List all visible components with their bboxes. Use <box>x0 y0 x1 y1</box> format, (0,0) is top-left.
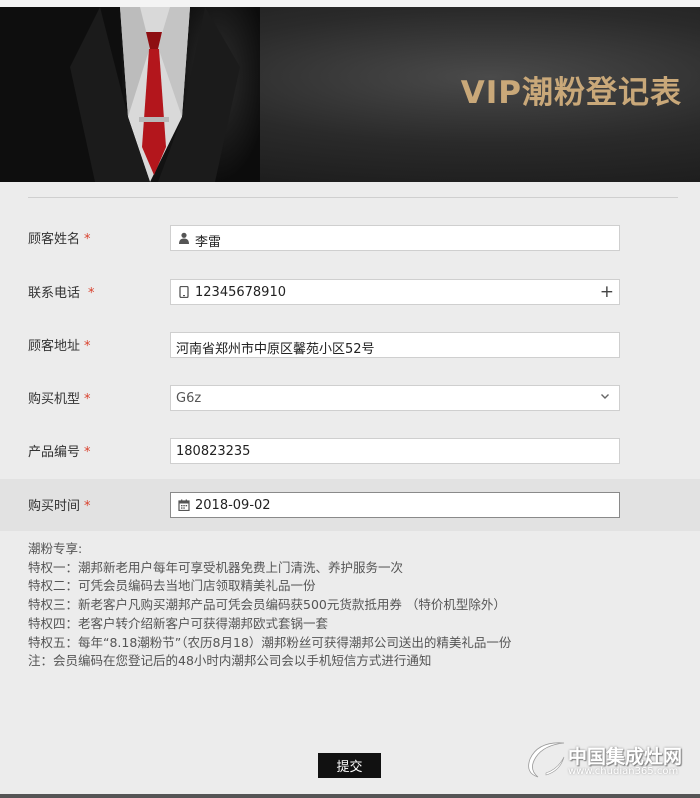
privileges-notes: 潮粉专享: 特权一：潮邦新老用户每年可享受机器免费上门清洗、养护服务一次 特权二… <box>28 540 511 671</box>
form-title: VIP潮粉登记表 <box>460 75 682 111</box>
model-value: G6z <box>176 391 202 406</box>
privilege-item: 特权五：每年“8.18潮粉节”（农历8月18）潮邦粉丝可获得潮邦公司送出的精美礼… <box>28 634 512 650</box>
privilege-item: 特权一：潮邦新老用户每年可享受机器免费上门清洗、养护服务一次 <box>28 559 404 575</box>
purchase-date-label: 购买时间 * <box>28 499 91 514</box>
model-label: 购买机型 * <box>28 392 91 407</box>
watermark-logo: 中国集成灶网 www.chudian365.com <box>520 735 700 785</box>
form-row-address: 顾客地址 * 河南省郑州市中原区馨苑小区52号 <box>0 319 700 371</box>
watermark-url: www.chudian365.com <box>568 766 679 777</box>
swoosh-logo-icon <box>528 742 565 778</box>
phone-icon <box>179 286 189 298</box>
form-row-model: 购买机型 * G6z <box>0 372 700 424</box>
privilege-item: 特权二：可凭会员编码去当地门店领取精美礼品一份 <box>28 578 316 594</box>
product-no-label: 产品编号 * <box>28 445 91 460</box>
notes-heading: 潮粉专享: <box>28 541 83 556</box>
form-row-product-no: 产品编号 * 180823235 <box>0 425 700 477</box>
purchase-date-value: 2018-09-02 <box>195 498 271 513</box>
submit-button[interactable]: 提交 <box>318 753 381 778</box>
suit-tie-image <box>0 7 260 182</box>
banner: VIP潮粉登记表 <box>0 7 700 182</box>
phone-label: 联系电话 * <box>28 286 95 301</box>
chevron-down-icon <box>601 394 609 399</box>
purchase-date-input[interactable]: 2018-09-02 <box>170 492 620 518</box>
top-bar <box>0 0 700 7</box>
form-row-name: 顾客姓名 * 李雷 <box>0 212 700 264</box>
address-label: 顾客地址 * <box>28 339 91 354</box>
name-input[interactable]: 李雷 <box>170 225 620 251</box>
name-value: 李雷 <box>195 235 222 250</box>
notes-footnote: 注：会员编码在您登记后的48小时内潮邦公司会以手机短信方式进行通知 <box>28 653 432 669</box>
product-no-input[interactable]: 180823235 <box>170 438 620 464</box>
privilege-item: 特权三：新老客户凡购买潮邦产品可凭会员编码获500元货款抵用券 （特价机型除外） <box>28 597 506 613</box>
add-phone-button[interactable]: + <box>600 282 614 302</box>
model-select[interactable]: G6z <box>170 385 620 411</box>
phone-value: 12345678910 <box>195 285 286 300</box>
address-input[interactable]: 河南省郑州市中原区馨苑小区52号 <box>170 332 620 358</box>
watermark-title: 中国集成灶网 <box>568 746 683 768</box>
product-no-value: 180823235 <box>176 444 251 459</box>
form-row-phone: 联系电话 * 12345678910 + <box>0 266 700 318</box>
phone-input[interactable]: 12345678910 + <box>170 279 620 305</box>
form-row-purchase-date: 购买时间 * 2018-09-02 <box>0 479 700 531</box>
calendar-icon <box>178 499 190 511</box>
user-icon <box>179 232 189 244</box>
name-label: 顾客姓名 * <box>28 232 91 247</box>
address-value: 河南省郑州市中原区馨苑小区52号 <box>176 342 375 357</box>
privilege-item: 特权四：老客户转介绍新客户可获得潮邦欧式套锅一套 <box>28 615 329 631</box>
bottom-bar <box>0 794 700 798</box>
divider <box>28 197 678 198</box>
